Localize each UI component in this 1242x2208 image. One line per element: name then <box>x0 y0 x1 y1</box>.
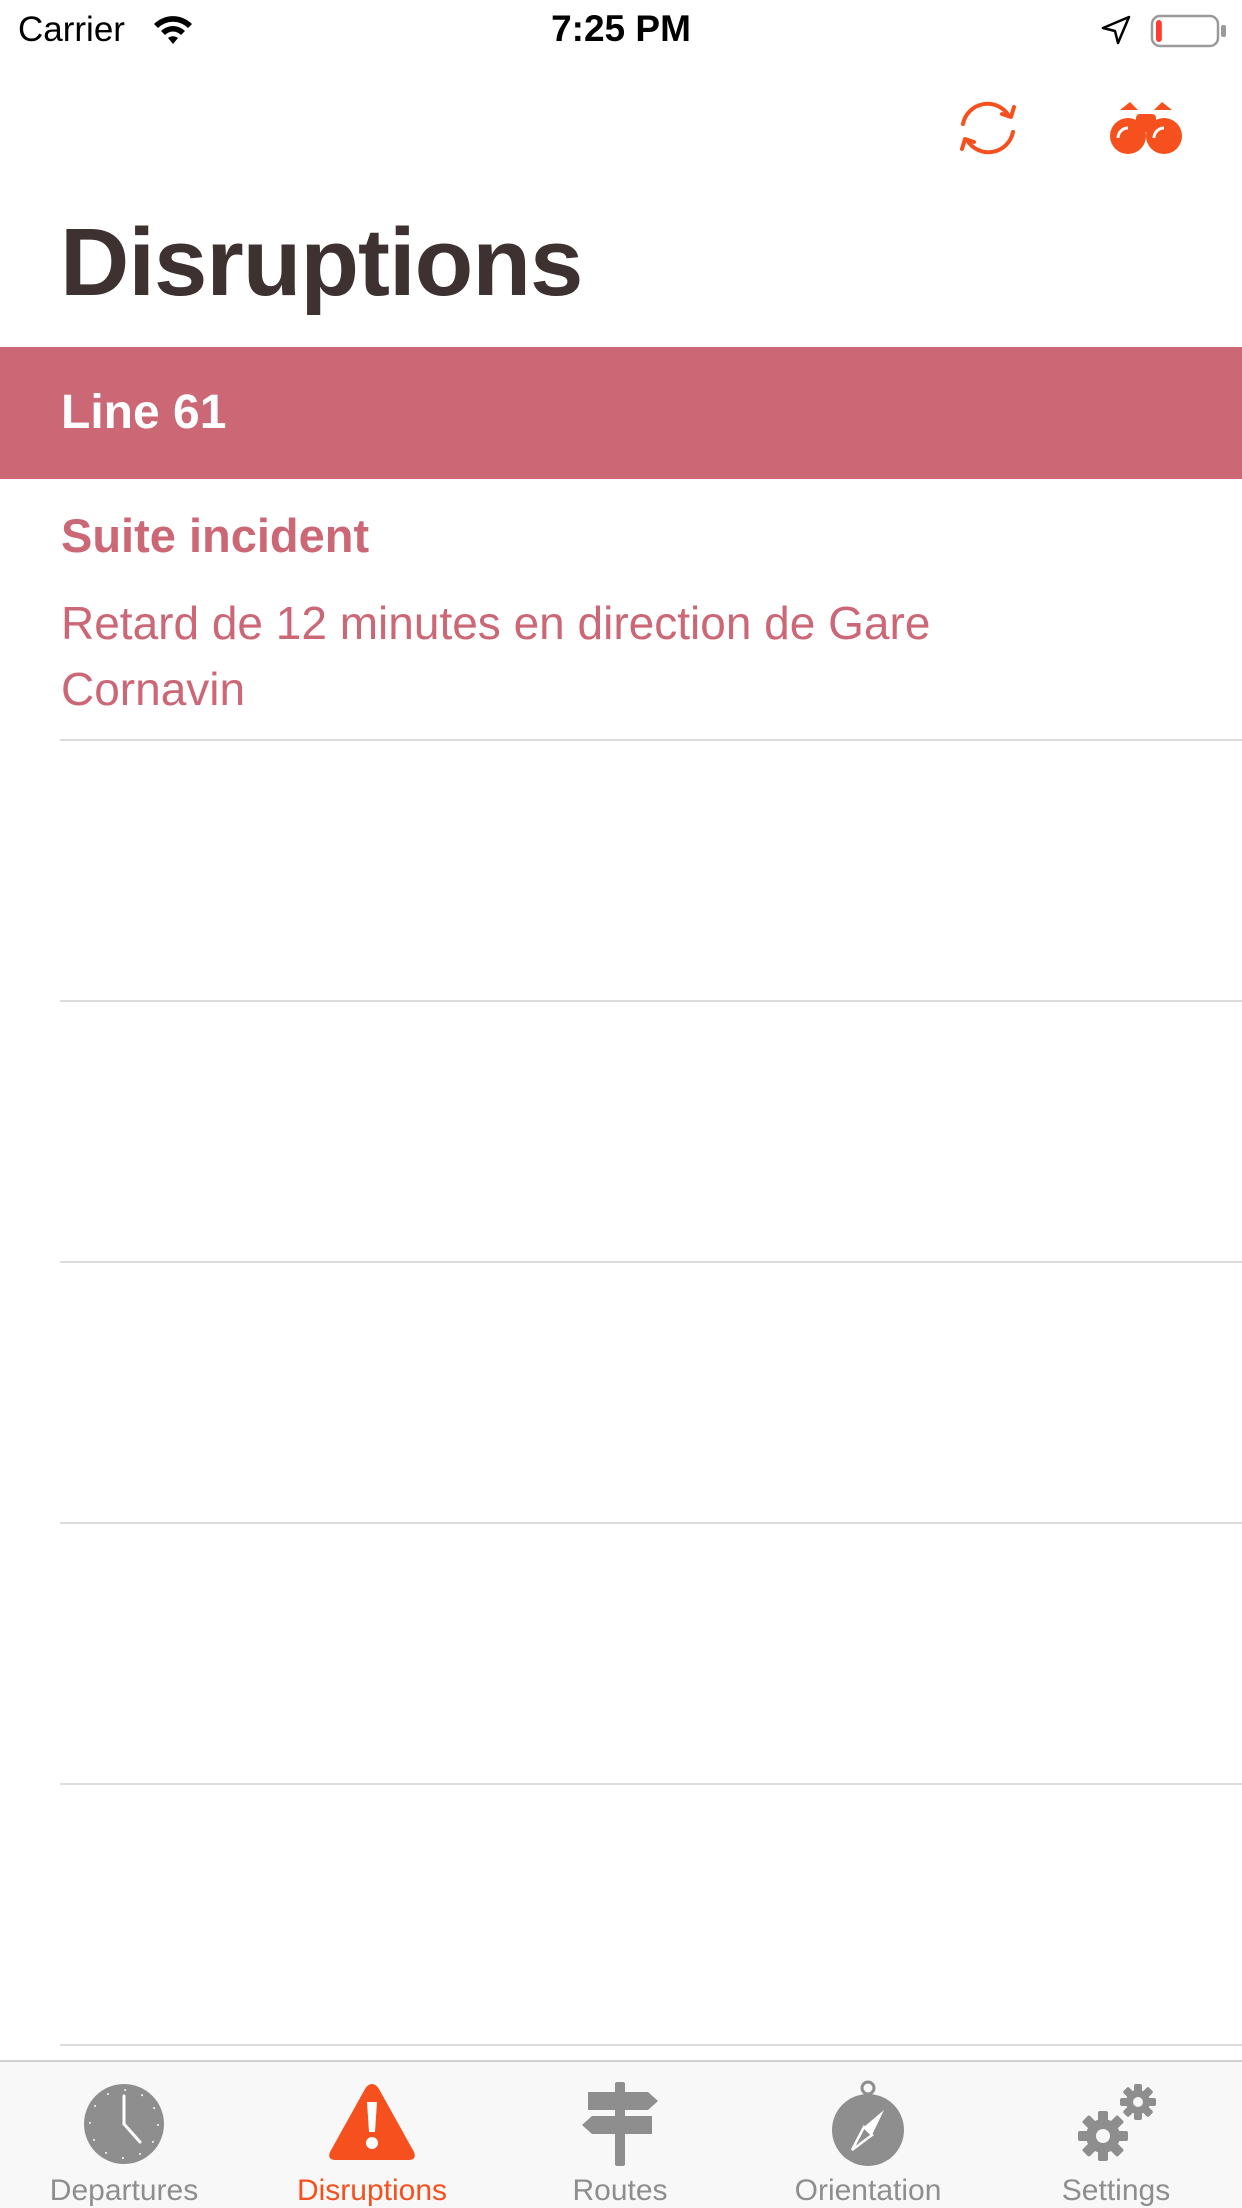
tab-label: Departures <box>49 2174 199 2207</box>
tab-settings[interactable]: Settings <box>992 2062 1240 2208</box>
status-time: 7:25 PM <box>551 8 691 49</box>
table-row-separator <box>60 2044 1242 2046</box>
warning-icon <box>329 2084 415 2160</box>
tab-label: Settings <box>1061 2174 1171 2207</box>
table-row-separator <box>60 1261 1242 1263</box>
tab-departures[interactable]: Departures <box>0 2062 248 2208</box>
refresh-button[interactable] <box>950 94 1026 162</box>
compass-icon <box>832 2080 904 2166</box>
tab-label: Orientation <box>794 2174 942 2207</box>
clock-icon <box>84 2084 164 2164</box>
tab-disruptions[interactable]: Disruptions <box>248 2062 496 2208</box>
table-row-separator <box>60 739 1242 741</box>
disruption-description: Retard de 12 minutes en direction de Gar… <box>61 597 931 715</box>
page-title: Disruptions <box>60 209 583 316</box>
section-header-line: Line 61 <box>0 347 1242 479</box>
binoculars-button[interactable] <box>1108 94 1184 162</box>
tab-label: Disruptions <box>296 2174 448 2207</box>
tab-bar: Departures Disruptions Routes Orientatio… <box>0 2060 1242 2208</box>
section-title: Line 61 <box>61 386 227 439</box>
signpost-icon <box>582 2082 658 2166</box>
tab-orientation[interactable]: Orientation <box>744 2062 992 2208</box>
location-arrow-icon <box>1101 15 1131 45</box>
table-row-separator <box>60 1000 1242 1002</box>
tab-label: Routes <box>572 2174 668 2207</box>
battery-icon <box>1150 14 1226 48</box>
disruption-title: Suite incident <box>61 509 370 562</box>
refresh-icon <box>960 101 1016 155</box>
gears-icon <box>1078 2084 1156 2161</box>
status-bar: Carrier 7:25 PM <box>0 0 1242 62</box>
tab-routes[interactable]: Routes <box>496 2062 744 2208</box>
table-row-separator <box>60 1522 1242 1524</box>
binoculars-icon <box>1110 102 1182 154</box>
app-screen: Carrier 7:25 PM Disruptions Line 61 Suit… <box>0 0 1242 2208</box>
table-row-separator <box>60 1783 1242 1785</box>
